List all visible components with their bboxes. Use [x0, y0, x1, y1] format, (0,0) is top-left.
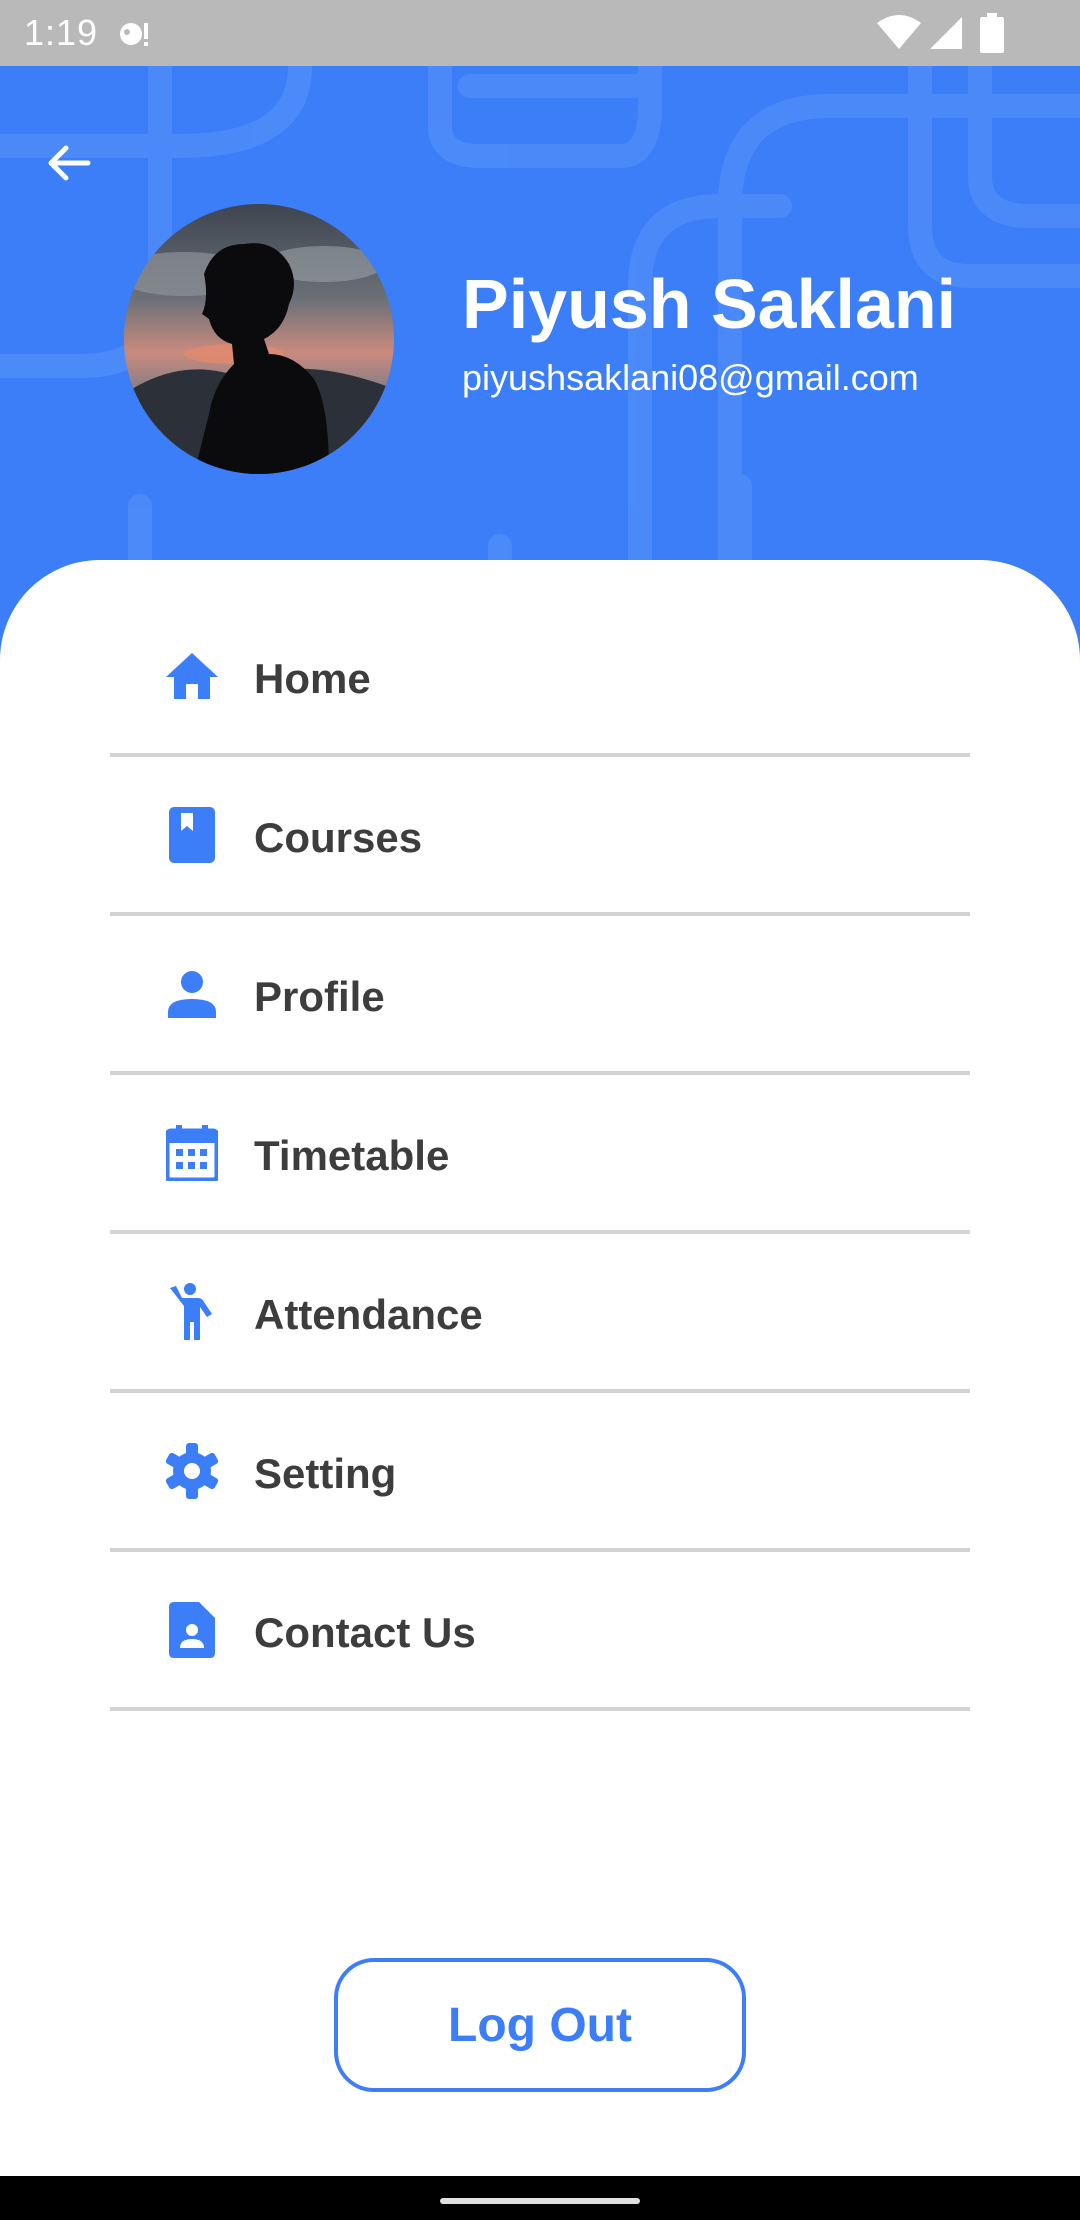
wifi-icon: [876, 15, 922, 51]
arrow-back-icon: [44, 138, 94, 193]
user-email: piyushsaklani08@gmail.com: [462, 357, 919, 398]
contact-icon: [162, 1600, 222, 1660]
menu-list: Home Courses Profile Timetable Attendanc…: [110, 598, 970, 1711]
menu-item-profile[interactable]: Profile: [110, 916, 970, 1075]
menu-item-setting[interactable]: Setting: [110, 1393, 970, 1552]
menu-item-timetable[interactable]: Timetable: [110, 1075, 970, 1234]
menu-item-label: Setting: [254, 1450, 397, 1497]
menu-item-label: Attendance: [254, 1291, 483, 1338]
menu-item-label: Courses: [254, 814, 423, 861]
user-name: Piyush Saklani: [462, 265, 957, 343]
menu-item-label: Contact Us: [254, 1609, 476, 1656]
navigation-bar: [0, 2176, 1080, 2220]
person-icon: [162, 964, 222, 1024]
attendance-icon: [162, 1282, 222, 1342]
avatar-image: [124, 204, 394, 474]
menu-item-attendance[interactable]: Attendance: [110, 1234, 970, 1393]
back-button[interactable]: [36, 132, 102, 198]
logout-button[interactable]: Log Out: [334, 1958, 746, 2092]
gear-icon: [162, 1441, 222, 1501]
home-icon: [162, 646, 222, 706]
signal-icon: [928, 15, 964, 51]
status-time: 1:19: [24, 12, 99, 53]
battery-icon: [980, 13, 1004, 53]
menu-item-contact-us[interactable]: Contact Us: [110, 1552, 970, 1711]
book-icon: [162, 805, 222, 865]
menu-item-courses[interactable]: Courses: [110, 757, 970, 916]
notification-icon: [114, 14, 154, 54]
avatar[interactable]: [124, 204, 394, 474]
calendar-icon: [162, 1123, 222, 1183]
menu-panel: Home Courses Profile Timetable Attendanc…: [0, 560, 1080, 2176]
menu-item-label: Profile: [254, 973, 385, 1020]
menu-item-label: Timetable: [254, 1132, 450, 1179]
menu-item-home[interactable]: Home: [110, 598, 970, 757]
menu-item-label: Home: [254, 655, 371, 702]
status-bar: 1:19: [0, 0, 1080, 66]
home-indicator[interactable]: [440, 2198, 640, 2204]
